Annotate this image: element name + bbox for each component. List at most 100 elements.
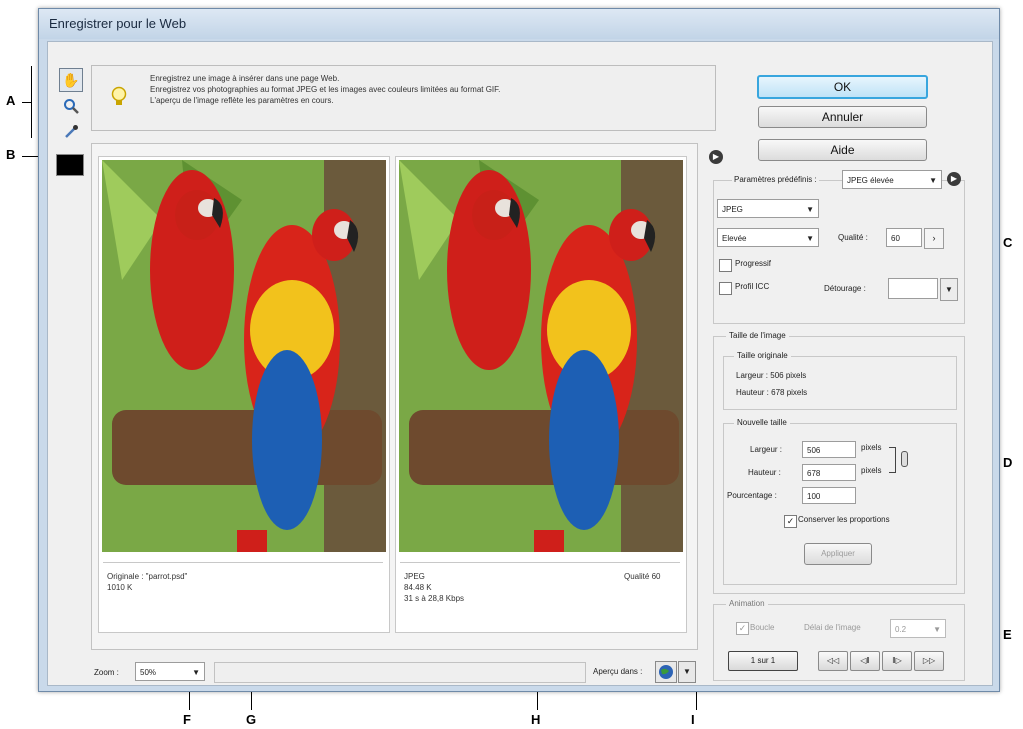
browser-dropdown-button[interactable]: ▼ [678,661,696,683]
original-size-title: Taille originale [734,351,791,360]
matte-color-field[interactable] [888,278,938,299]
height-label: Hauteur : [748,468,781,477]
compression-dropdown[interactable]: Elevée ▼ [717,228,819,247]
width-field[interactable]: 506 [802,441,856,458]
zoom-dropdown[interactable]: 50% ▼ [135,662,205,681]
info-panel: Enregistrez une image à insérer dans une… [91,65,716,131]
info-line-3: L'aperçu de l'image reflète les paramètr… [150,96,334,105]
callout-h: H [531,712,541,727]
chevron-down-icon: ▼ [933,625,941,634]
callout-f: F [183,712,191,727]
eyedropper-tool[interactable] [59,120,83,144]
original-height: Hauteur : 678 pixels [736,388,808,397]
first-frame-button[interactable]: ◁◁ [818,651,848,671]
height-value: 678 [807,469,821,478]
zoom-label: Zoom : [94,668,119,677]
apply-button[interactable]: Appliquer [804,543,872,565]
height-unit: pixels [861,466,882,475]
original-image[interactable] [102,160,386,552]
dialog-client: ✋ Enregistrez une image à insérer dans u… [47,41,993,686]
link-bracket [889,447,896,473]
format-value: JPEG [722,205,743,214]
frame-delay-value: 0.2 [895,625,907,634]
height-field[interactable]: 678 [802,464,856,481]
new-size-group: Nouvelle taille Largeur : 506 pixels Hau… [723,418,957,585]
parrots-image [399,160,683,552]
animation-title: Animation [726,599,768,608]
preview-panel: Originale : "parrot.psd" 1010 K JPEG 84.… [91,143,698,650]
callout-d: D [1003,455,1013,470]
next-frame-button[interactable]: ‖▷ [882,651,912,671]
optimized-image[interactable] [399,160,683,552]
image-size-group: Taille de l'image Taille originale Large… [713,331,965,594]
original-preview-pane[interactable]: Originale : "parrot.psd" 1010 K [98,156,390,633]
divider [400,562,680,563]
icc-profile-label: Profil ICC [735,282,770,291]
chevron-down-icon: ▼ [683,667,691,676]
progressive-label: Progressif [735,259,772,268]
hand-tool[interactable]: ✋ [59,68,83,92]
chain-link-icon[interactable] [901,451,908,467]
quality-value: 60 [891,234,900,243]
width-value: 506 [807,446,821,455]
last-frame-button[interactable]: ▷▷ [914,651,944,671]
frame-delay-label: Délai de l'image [804,623,861,632]
zoom-tool[interactable] [59,94,83,118]
quality-field[interactable]: 60 [886,228,922,247]
globe-icon [659,665,673,679]
quality-slider-button[interactable]: › [924,228,944,249]
info-text: Enregistrez une image à insérer dans une… [150,73,710,106]
zoom-icon [64,99,79,114]
constrain-checkbox[interactable]: ✓ [784,515,797,528]
original-size: 1010 K [107,583,133,592]
ok-button[interactable]: OK [757,75,928,99]
progressive-checkbox[interactable] [719,259,732,272]
animation-group: Animation ✓ Boucle Délai de l'image 0.2 … [713,599,965,681]
callout-e: E [1003,627,1012,642]
eyedropper-icon [65,125,78,138]
preset-label: Paramètres prédéfinis : [732,175,819,184]
preset-value: JPEG élevée [847,176,894,185]
zoom-value: 50% [140,668,157,677]
cancel-button[interactable]: Annuler [758,106,927,128]
callout-g: G [246,712,257,727]
info-line-1: Enregistrez une image à insérer dans une… [150,74,340,83]
compression-value: Elevée [722,234,747,243]
width-label: Largeur : [750,445,783,454]
new-size-title: Nouvelle taille [734,418,790,427]
callout-c: C [1003,235,1013,250]
title-bar[interactable]: Enregistrer pour le Web [39,9,999,39]
optimization-settings-group: Paramètres prédéfinis : JPEG élevée ▼ ▶ … [713,170,965,324]
format-dropdown[interactable]: JPEG ▼ [717,199,819,218]
optimized-preview-pane[interactable]: JPEG 84.48 K 31 s à 28,8 Kbps Qualité 60 [395,156,687,633]
info-line-2: Enregistrez vos photographies au format … [150,85,501,94]
optimized-size: 84.48 K [404,583,432,592]
original-name: Originale : "parrot.psd" [107,572,188,581]
percent-field[interactable]: 100 [802,487,856,504]
matte-label: Détourage : [824,284,866,293]
settings-menu-button[interactable]: ▶ [947,172,961,186]
parrots-image [102,160,386,552]
percent-label: Pourcentage : [727,491,777,500]
preview-menu-button[interactable]: ▶ [709,150,723,164]
preset-dropdown[interactable]: JPEG élevée ▼ [842,170,942,189]
original-width: Largeur : 506 pixels [736,371,807,380]
help-button[interactable]: Aide [758,139,927,161]
original-size-group: Taille originale Largeur : 506 pixels Ha… [723,351,957,410]
loop-checkbox[interactable]: ✓ [736,622,749,635]
matte-dropdown-button[interactable]: ▼ [940,278,958,301]
chevron-right-icon: › [932,233,936,243]
callout-a: A [6,93,16,108]
eyedropper-color-swatch[interactable] [56,154,84,176]
callout-b: B [6,147,16,162]
previous-frame-button[interactable]: ◁‖ [850,651,880,671]
browser-preview-button[interactable] [655,661,677,683]
chevron-down-icon: ▼ [192,668,200,677]
width-unit: pixels [861,443,882,452]
divider [103,562,383,563]
icc-profile-checkbox[interactable] [719,282,732,295]
optimized-quality: Qualité 60 [624,572,661,581]
frame-delay-dropdown[interactable]: 0.2 ▼ [890,619,946,638]
callout-a-bracket [31,66,32,138]
chevron-down-icon: ▼ [806,234,814,243]
